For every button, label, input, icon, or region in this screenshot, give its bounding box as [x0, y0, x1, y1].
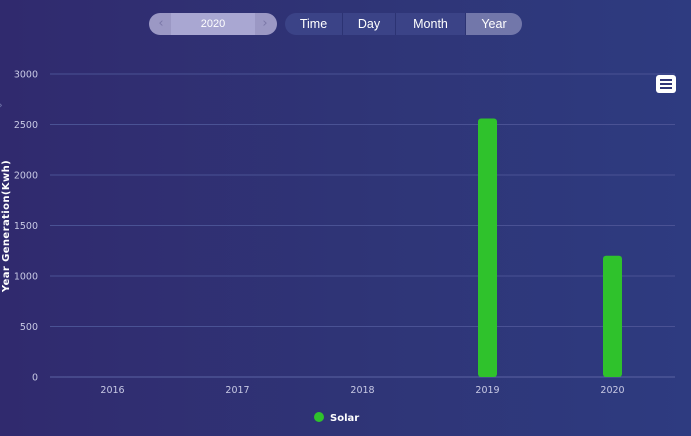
x-tick-label: 2016: [100, 385, 124, 396]
legend-label-solar: Solar: [330, 413, 359, 424]
bar-solar-2019[interactable]: [478, 118, 497, 377]
y-tick-label: 500: [20, 322, 38, 333]
y-tick-label: 3000: [14, 70, 38, 81]
legend-marker-solar: [314, 412, 324, 422]
bar-chart: 0 500 1000 1500 2000 2500 3000 2016 2017 2018 201…: [1, 70, 675, 424]
x-tick-label: 2017: [225, 385, 249, 396]
x-tick-label: 2019: [475, 385, 499, 396]
y-tick-label: 0: [32, 373, 38, 384]
bar-solar-2020[interactable]: [603, 255, 622, 377]
x-tick-label: 2020: [600, 385, 624, 396]
y-tick-label: 2000: [14, 171, 38, 182]
y-tick-label: 1000: [14, 272, 38, 283]
legend[interactable]: Solar: [314, 412, 359, 424]
x-tick-label: 2018: [350, 385, 374, 396]
y-tick-label: 2500: [14, 120, 38, 131]
y-tick-label: 1500: [14, 221, 38, 232]
y-axis-label: Year Generation(Kwh): [1, 160, 12, 293]
